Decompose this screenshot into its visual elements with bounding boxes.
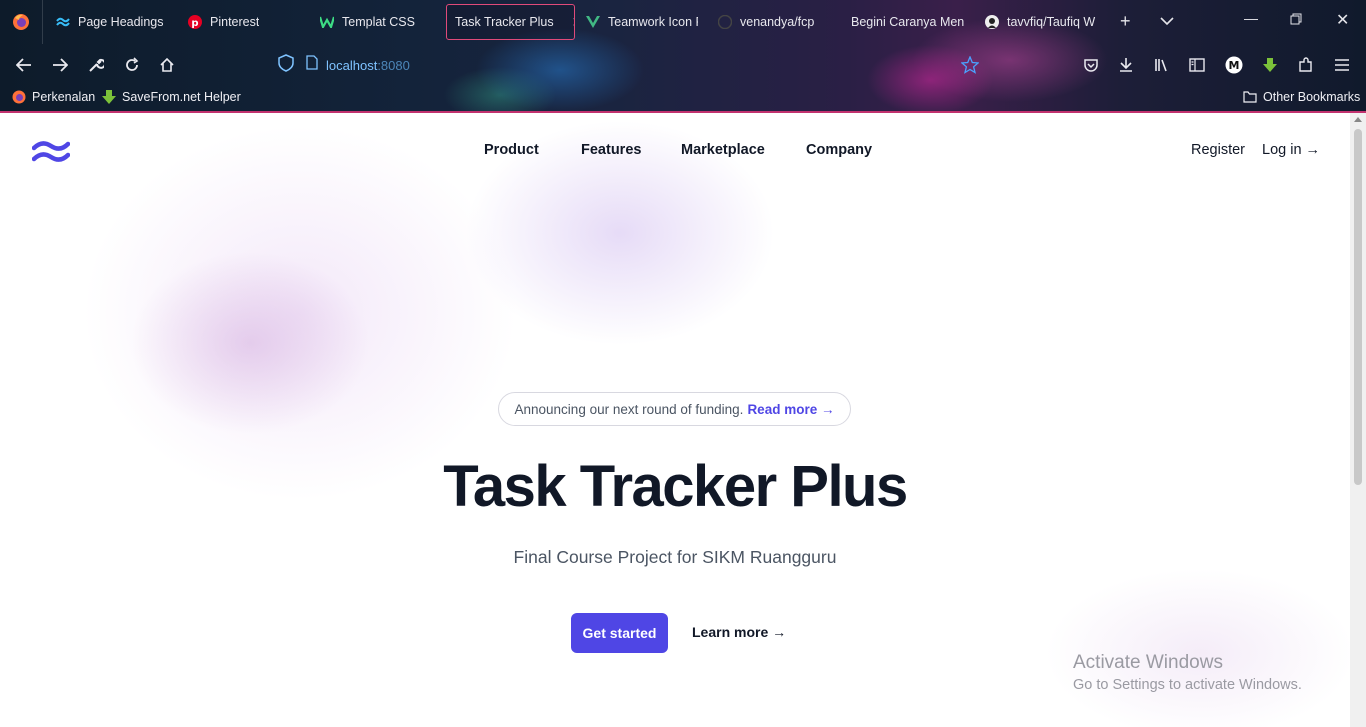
- tab-page-headings[interactable]: Page Headings: [56, 4, 163, 40]
- close-tab-icon[interactable]: ✕: [572, 14, 574, 31]
- learn-more-link[interactable]: Learn more →: [692, 624, 786, 640]
- scroll-up-arrow-icon[interactable]: [1354, 117, 1362, 122]
- pocket-icon[interactable]: [1080, 54, 1102, 76]
- close-window-icon[interactable]: ✕: [1336, 10, 1349, 30]
- page-info-icon[interactable]: [306, 55, 318, 75]
- forward-arrow-icon[interactable]: [49, 54, 71, 76]
- github-icon: [718, 15, 732, 29]
- tab-teamwork-icon[interactable]: Teamwork Icon P: [586, 4, 698, 40]
- library-icon[interactable]: [1151, 54, 1173, 76]
- savefrom-extension-icon[interactable]: [1259, 54, 1281, 76]
- watermark-subtitle: Go to Settings to activate Windows.: [1073, 677, 1302, 693]
- page-content: Product Features Marketplace Company Reg…: [0, 113, 1350, 727]
- tab-venandya-fcp[interactable]: venandya/fcp: [718, 4, 828, 40]
- nav-features[interactable]: Features: [581, 142, 641, 158]
- tab-bar: Page Headings p Pinterest Templat CSS Ta…: [0, 0, 1366, 44]
- navigation-toolbar: localhost:8080 M: [0, 48, 1366, 82]
- tab-label: Page Headings: [78, 15, 164, 29]
- tailwind-logo-icon[interactable]: [31, 139, 71, 170]
- profile-initial: M: [1229, 59, 1240, 72]
- back-arrow-icon[interactable]: [13, 54, 35, 76]
- url-bar[interactable]: localhost:8080: [278, 53, 998, 77]
- w-icon: [320, 15, 334, 29]
- bookmark-label: Perkenalan: [32, 90, 96, 104]
- watermark-title: Activate Windows: [1073, 652, 1223, 673]
- vue-icon: [586, 15, 600, 29]
- bookmark-savefrom[interactable]: SaveFrom.net Helper: [102, 90, 241, 104]
- tab-label: Pinterest: [210, 15, 260, 29]
- folder-icon: [1243, 91, 1257, 103]
- list-all-tabs-icon[interactable]: [1160, 13, 1174, 29]
- page-scrollbar[interactable]: [1350, 113, 1366, 727]
- nav-company[interactable]: Company: [806, 142, 872, 158]
- new-tab-icon[interactable]: +: [1120, 11, 1131, 32]
- tab-label: Begini Caranya Men: [851, 15, 965, 29]
- browser-chrome: Page Headings p Pinterest Templat CSS Ta…: [0, 0, 1366, 113]
- firefox-icon: [12, 90, 26, 104]
- home-icon[interactable]: [156, 54, 178, 76]
- bookmark-perkenalan[interactable]: Perkenalan: [12, 90, 95, 104]
- url-port: :8080: [377, 57, 410, 73]
- hero-title: Task Tracker Plus: [443, 454, 908, 519]
- firefox-menu-icon[interactable]: [12, 13, 30, 36]
- bookmark-star-icon[interactable]: [959, 54, 981, 76]
- tab-tavvfiq[interactable]: tavvfiq/Taufiq W: [985, 4, 1099, 40]
- tab-templat-css[interactable]: Templat CSS: [320, 4, 415, 40]
- extensions-puzzle-icon[interactable]: [1295, 54, 1317, 76]
- bookmark-label: SaveFrom.net Helper: [122, 90, 241, 104]
- get-started-button[interactable]: Get started: [571, 613, 668, 653]
- downloads-icon[interactable]: [1115, 54, 1137, 76]
- tailwind-icon: [56, 15, 70, 29]
- tab-begini-caranya[interactable]: Begini Caranya Men: [851, 4, 969, 40]
- pinterest-icon: p: [188, 15, 202, 29]
- wrench-icon[interactable]: [85, 54, 107, 76]
- sidebar-icon[interactable]: [1186, 54, 1208, 76]
- minimize-icon[interactable]: —: [1244, 10, 1258, 26]
- nav-marketplace[interactable]: Marketplace: [681, 142, 765, 158]
- other-bookmarks-label: Other Bookmarks: [1263, 90, 1361, 104]
- register-link[interactable]: Register: [1191, 142, 1245, 158]
- tracking-protection-shield-icon[interactable]: [278, 53, 294, 77]
- tab-separator: [42, 0, 43, 44]
- tab-label: Task Tracker Plus: [455, 15, 554, 29]
- tab-label: tavvfiq/Taufiq W: [1007, 15, 1096, 29]
- nav-product[interactable]: Product: [484, 142, 539, 158]
- tab-label: venandya/fcp: [740, 15, 815, 29]
- login-link[interactable]: Log in →: [1262, 142, 1320, 158]
- profile-avatar-icon[interactable]: M: [1223, 54, 1245, 76]
- bookmarks-toolbar: Perkenalan SaveFrom.net Helper Other Boo…: [0, 86, 1366, 110]
- github-icon: [985, 15, 999, 29]
- tab-label: Templat CSS: [342, 15, 415, 29]
- svg-text:p: p: [191, 18, 198, 29]
- url-host: localhost: [326, 57, 378, 73]
- hamburger-menu-icon[interactable]: [1331, 54, 1353, 76]
- reload-icon[interactable]: [121, 54, 143, 76]
- announcement-text: Announcing our next round of funding.: [514, 401, 744, 417]
- restore-icon[interactable]: [1290, 12, 1302, 28]
- announcement-pill: Announcing our next round of funding. Re…: [498, 392, 851, 426]
- tab-pinterest[interactable]: p Pinterest: [188, 4, 259, 40]
- hero-subtitle: Final Course Project for SIKM Ruangguru: [513, 547, 837, 567]
- tab-task-tracker-plus[interactable]: Task Tracker Plus ✕: [446, 4, 575, 40]
- tab-label: Teamwork Icon P: [608, 15, 698, 29]
- activate-windows-watermark: Activate Windows Go to Settings to activ…: [1073, 652, 1302, 693]
- download-arrow-icon: [102, 90, 116, 104]
- url-text[interactable]: localhost:8080: [326, 58, 410, 73]
- read-more-link[interactable]: Read more →: [747, 402, 834, 417]
- other-bookmarks[interactable]: Other Bookmarks: [1243, 90, 1360, 104]
- scrollbar-thumb[interactable]: [1354, 129, 1362, 485]
